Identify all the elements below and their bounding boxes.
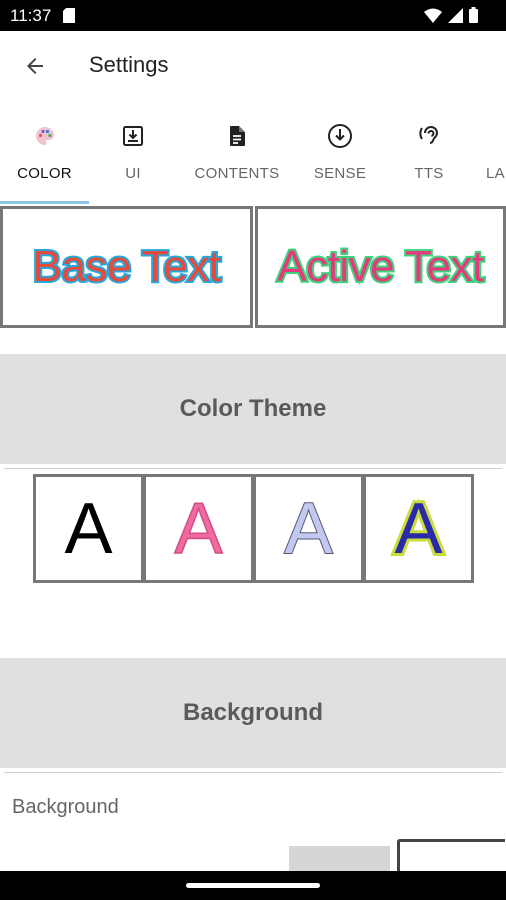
signal-icon: [448, 7, 463, 23]
background-title: Background: [182, 699, 323, 726]
tab-contents[interactable]: CONTENTS: [188, 103, 286, 207]
tab-color-label: COLOR: [17, 165, 72, 182]
sd-card-icon: [63, 8, 75, 23]
theme-option-black[interactable]: A: [33, 474, 144, 583]
active-text-preview[interactable]: Active Text: [255, 206, 506, 328]
theme-letter: A: [391, 488, 445, 569]
status-bar: 11:37: [0, 0, 506, 31]
status-icons: [424, 7, 478, 23]
tab-tts-label: TTS: [414, 165, 444, 182]
base-text-sample: Base Text: [31, 240, 223, 293]
app-bar: Settings: [0, 31, 506, 103]
tab-color[interactable]: COLOR: [0, 103, 89, 207]
category-tabs: COLOR UI CONTENTS SENSE TTS LA: [0, 103, 506, 207]
theme-option-lavender[interactable]: A: [253, 474, 364, 583]
battery-icon: [469, 7, 478, 23]
status-time: 11:37: [10, 6, 52, 25]
tab-ui-label: UI: [125, 165, 141, 182]
system-nav-bar: [0, 871, 506, 900]
divider: [4, 468, 502, 469]
tab-la-label: LA: [486, 165, 505, 182]
arrow-back-icon: [27, 58, 43, 74]
tab-contents-label: CONTENTS: [194, 165, 280, 182]
page-title: Settings: [89, 52, 169, 77]
tab-la[interactable]: LA: [486, 103, 506, 207]
tab-ui[interactable]: UI: [89, 103, 177, 207]
base-text-preview[interactable]: Base Text: [0, 206, 253, 328]
back-button[interactable]: [18, 49, 52, 83]
tab-tts[interactable]: TTS: [392, 103, 466, 207]
active-text-sample: Active Text: [275, 240, 486, 293]
tab-sense[interactable]: SENSE: [298, 103, 382, 207]
color-theme-header: Color Theme: [0, 354, 506, 464]
ear-icon: [416, 123, 442, 149]
wifi-icon: [424, 8, 442, 23]
theme-option-pink[interactable]: A: [143, 474, 254, 583]
tab-sense-label: SENSE: [313, 165, 367, 182]
divider: [4, 772, 502, 773]
active-tab-indicator: [0, 201, 89, 204]
home-gesture-handle[interactable]: [186, 883, 320, 888]
tab-la-icon: [486, 123, 506, 149]
theme-letter: A: [174, 488, 224, 569]
document-icon: [224, 123, 250, 149]
palette-icon: [32, 123, 58, 149]
theme-option-blue-yellow[interactable]: A: [363, 474, 474, 583]
text-preview-row: Base Text Active Text: [0, 206, 506, 328]
color-theme-options: A A A A: [33, 474, 474, 583]
background-header: Background: [0, 658, 506, 768]
background-label: Background: [12, 796, 119, 818]
download-box-icon: [120, 123, 146, 149]
color-theme-title: Color Theme: [179, 395, 327, 422]
circle-arrow-down-icon: [327, 123, 353, 149]
theme-letter: A: [64, 488, 113, 569]
theme-letter: A: [283, 488, 333, 569]
